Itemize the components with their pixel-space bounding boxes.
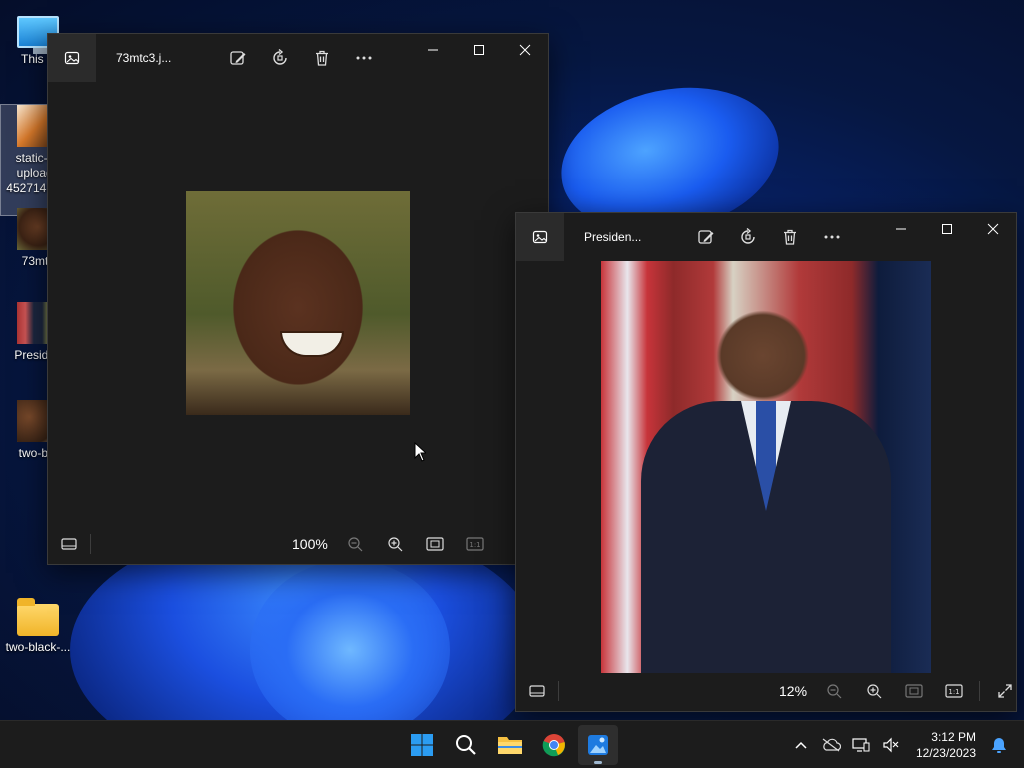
volume-muted-icon[interactable] bbox=[880, 734, 902, 756]
image-viewer[interactable] bbox=[516, 261, 1016, 673]
viewer-bottom-bar: 100% 1:1 bbox=[48, 524, 548, 564]
zoom-level[interactable]: 100% bbox=[292, 536, 328, 552]
more-icon[interactable] bbox=[355, 49, 373, 67]
desktop-icon-label: two-black-... bbox=[5, 640, 71, 654]
delete-icon[interactable] bbox=[313, 49, 331, 67]
clock-time: 3:12 PM bbox=[931, 730, 976, 744]
filmstrip-icon[interactable] bbox=[58, 533, 80, 555]
actual-size-icon[interactable]: 1:1 bbox=[464, 533, 486, 555]
minimize-icon[interactable] bbox=[410, 34, 456, 66]
divider bbox=[558, 681, 559, 701]
desktop-icon-two-black-zip[interactable]: two-black-... bbox=[0, 598, 76, 655]
maximize-icon[interactable] bbox=[924, 213, 970, 245]
file-explorer-icon[interactable] bbox=[490, 725, 530, 765]
filmstrip-icon[interactable] bbox=[526, 680, 548, 702]
edit-icon[interactable] bbox=[697, 228, 715, 246]
window-title: 73mtc3.j... bbox=[116, 51, 172, 65]
rotate-icon[interactable] bbox=[271, 49, 289, 67]
minimize-icon[interactable] bbox=[878, 213, 924, 245]
chrome-icon[interactable] bbox=[534, 725, 574, 765]
image-viewer[interactable] bbox=[48, 82, 548, 524]
fullscreen-icon[interactable] bbox=[994, 680, 1016, 702]
svg-text:1:1: 1:1 bbox=[948, 688, 959, 696]
photos-icon[interactable] bbox=[578, 725, 618, 765]
window-titlebar[interactable]: Presiden... bbox=[516, 213, 1016, 261]
photos-app-icon bbox=[516, 213, 564, 261]
system-clock[interactable]: 3:12 PM 12/23/2023 bbox=[916, 729, 976, 761]
photos-window-president[interactable]: Presiden... 12% 1:1 bbox=[515, 212, 1017, 712]
photos-app-icon bbox=[48, 34, 96, 82]
delete-icon[interactable] bbox=[781, 228, 799, 246]
zoom-in-icon[interactable] bbox=[863, 680, 885, 702]
zoom-in-icon[interactable] bbox=[384, 533, 406, 555]
fit-icon[interactable] bbox=[903, 680, 925, 702]
maximize-icon[interactable] bbox=[456, 34, 502, 66]
notification-bell-icon[interactable] bbox=[988, 734, 1010, 756]
clock-date: 12/23/2023 bbox=[915, 746, 976, 760]
zoom-out-icon[interactable] bbox=[344, 533, 366, 555]
window-title: Presiden... bbox=[584, 230, 642, 244]
start-icon[interactable] bbox=[402, 725, 442, 765]
close-icon[interactable] bbox=[970, 213, 1016, 245]
display-icon[interactable] bbox=[850, 734, 872, 756]
more-icon[interactable] bbox=[823, 228, 841, 246]
svg-text:1:1: 1:1 bbox=[469, 541, 480, 549]
close-icon[interactable] bbox=[502, 34, 548, 66]
divider bbox=[979, 681, 981, 701]
divider bbox=[90, 534, 91, 554]
chevron-up-icon[interactable] bbox=[790, 734, 812, 756]
onedrive-icon[interactable] bbox=[820, 734, 842, 756]
taskbar: 3:12 PM 12/23/2023 bbox=[0, 720, 1024, 768]
rotate-icon[interactable] bbox=[739, 228, 757, 246]
fit-icon[interactable] bbox=[424, 533, 446, 555]
window-titlebar[interactable]: 73mtc3.j... bbox=[48, 34, 548, 82]
actual-size-icon[interactable]: 1:1 bbox=[943, 680, 965, 702]
photos-window-73mtc3[interactable]: 73mtc3.j... 100% 1:1 bbox=[47, 33, 549, 565]
viewer-bottom-bar: 12% 1:1 bbox=[516, 671, 1016, 711]
search-icon[interactable] bbox=[446, 725, 486, 765]
photo-image bbox=[186, 191, 410, 415]
zoom-level[interactable]: 12% bbox=[779, 683, 807, 699]
mouse-cursor-icon bbox=[414, 442, 426, 462]
photo-image bbox=[601, 261, 931, 673]
zip-folder-icon bbox=[17, 598, 59, 636]
edit-icon[interactable] bbox=[229, 49, 247, 67]
zoom-out-icon[interactable] bbox=[823, 680, 845, 702]
